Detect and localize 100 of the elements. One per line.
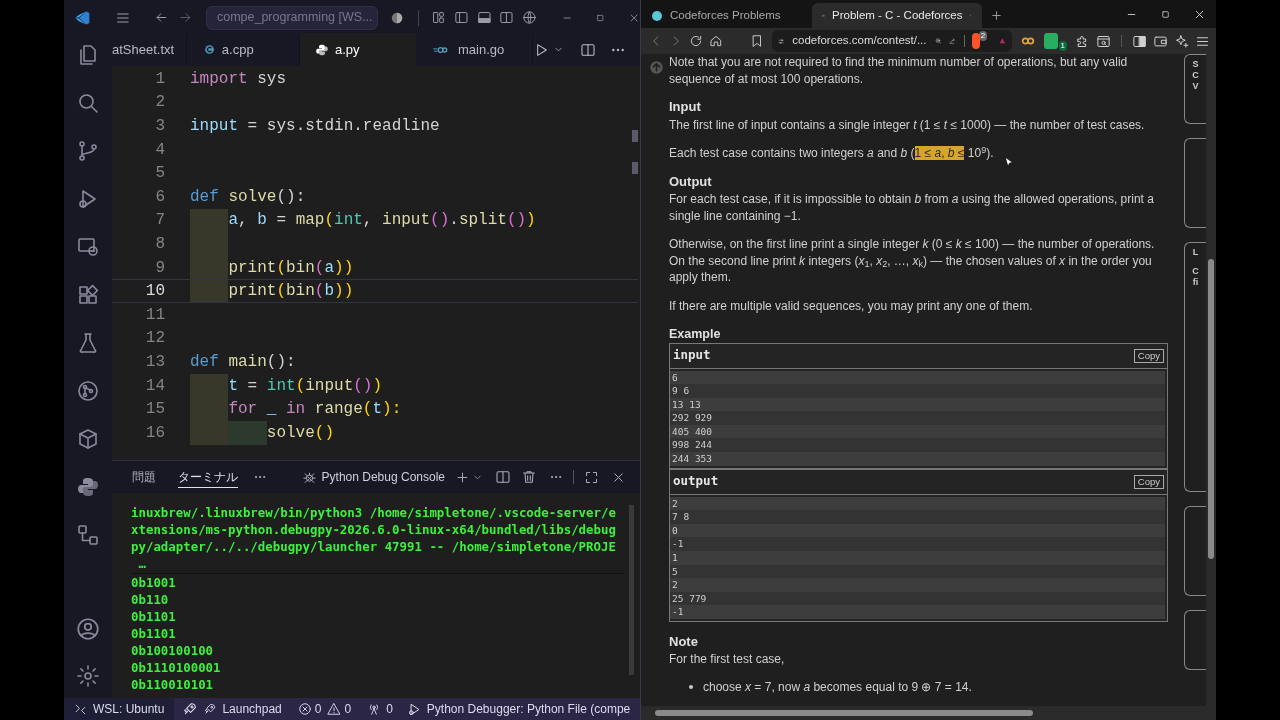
shield-button[interactable]	[972, 33, 980, 49]
terminal-line: 0b110	[131, 591, 170, 608]
cut-text: L	[1192, 247, 1199, 258]
copy-button[interactable]: Copy	[1133, 474, 1164, 489]
browser-tab[interactable]: Problem - C - Codeforces	[812, 3, 982, 28]
problem-text: For the first test case,	[669, 650, 786, 667]
address-bar[interactable]: codeforces.com/contest/... 2	[772, 30, 1012, 52]
new-tab-icon[interactable]	[990, 9, 1003, 22]
python-icon[interactable]	[76, 475, 100, 499]
command-center-search[interactable]: compe_programming [WS...	[205, 5, 378, 30]
terminal-line: 0b110010101	[131, 676, 215, 693]
example-title: output	[673, 473, 719, 490]
problem-text: The first line of input contains a single integer t (1 ≤ t ≤ 1000) — the number of test cases.	[669, 116, 1146, 133]
cut-text: fi	[1192, 277, 1199, 288]
source-control-icon[interactable]	[76, 139, 100, 163]
launchpad-item[interactable]: Launchpad	[182, 698, 282, 720]
sparkle-icon[interactable]	[1174, 33, 1189, 49]
bookmark-icon[interactable]	[750, 34, 764, 48]
git-graph-icon[interactable]	[76, 379, 100, 403]
nodes-icon[interactable]	[76, 523, 100, 547]
line-number: 15	[144, 399, 165, 421]
terminal-line: py/adapter/../../debugpy/launcher 47991 -- /home/simpletone/PROJE	[131, 538, 617, 555]
mouse-pointer-icon	[1003, 155, 1015, 169]
split-terminal-icon[interactable]	[495, 469, 511, 485]
ports-item[interactable]: 0	[367, 698, 393, 720]
terminal-line: 0b1101	[131, 625, 177, 642]
wallet-icon[interactable]	[1153, 33, 1168, 49]
tab-search-icon[interactable]	[1096, 33, 1111, 49]
sidebar-icon[interactable]	[1132, 33, 1147, 49]
globe-icon[interactable]	[522, 9, 538, 26]
code-line: solve()	[266, 422, 334, 444]
terminal-line: 0b1001	[131, 574, 177, 591]
line-number: 8	[154, 233, 165, 255]
line-number: 2	[154, 92, 165, 114]
secondary-sidebar-icon[interactable]	[499, 9, 515, 26]
bug-icon[interactable]	[301, 469, 317, 485]
python-file-icon	[315, 42, 329, 57]
remote-indicator[interactable]: WSL: Ubuntu	[64, 698, 175, 720]
section-heading: Example	[669, 326, 722, 343]
line-number: 10	[144, 281, 165, 303]
line-number: 7	[154, 210, 165, 232]
line-number: 5	[154, 163, 165, 185]
problems-item[interactable]: 0 0	[297, 698, 352, 720]
debug-config-icon	[406, 701, 422, 717]
maximize-icon[interactable]	[1160, 9, 1171, 20]
editor-tab[interactable]: a.py	[300, 33, 417, 66]
remote-icon	[74, 702, 87, 716]
terminal-name[interactable]: Python Debug Console	[321, 468, 445, 486]
cube-icon[interactable]	[76, 427, 100, 451]
sidebar-toggle-icon[interactable]	[453, 9, 469, 26]
scrollbar-thumb[interactable]	[655, 710, 1033, 716]
terminal-line: 0b1101	[131, 608, 177, 625]
warning-icon	[327, 702, 342, 716]
problem-text: choose x = 7, now a becomes equal to 9 ⊕ 7 = 14.	[703, 679, 972, 696]
layout-icon[interactable]	[430, 9, 446, 26]
panel-toggle-icon[interactable]	[476, 9, 492, 26]
scrollbar-thumb[interactable]	[1208, 259, 1214, 559]
reload-icon[interactable]	[689, 34, 703, 48]
code-line: t = int(input())	[228, 375, 383, 397]
panel-tab[interactable]: ターミナル	[178, 466, 238, 488]
plus-icon[interactable]	[455, 469, 470, 485]
section-heading: Input	[669, 99, 702, 116]
code-line: for _ in range(t):	[228, 399, 402, 421]
editor-tab[interactable]: atSheet.txt	[112, 33, 187, 66]
line-number: 16	[144, 422, 165, 444]
terminal-line: xtensions/ms-python.debugpy-2026.6.0-linux-x64/bundled/libs/debug	[131, 521, 617, 538]
terminal-line: …	[137, 555, 147, 572]
extension-count: 1	[1058, 41, 1067, 51]
browser-tab[interactable]: Codeforces Problems	[641, 3, 809, 28]
extensions-icon[interactable]	[76, 283, 100, 307]
problem-text: Note that you are not required to find the minimum number of operations, but any valid sequence of at most 100 operations.	[669, 54, 1129, 87]
debugger-item[interactable]: Python Debugger: Python File (compe	[406, 698, 631, 720]
account-icon[interactable]	[75, 616, 101, 642]
cut-text: C	[1192, 70, 1199, 81]
cpp-file-icon	[202, 43, 216, 56]
scrollbar-mark	[632, 130, 638, 142]
extension-button[interactable]	[1043, 33, 1058, 49]
example-title: input	[673, 347, 711, 364]
maximize-panel-icon[interactable]	[584, 469, 599, 485]
home-icon[interactable]	[709, 34, 723, 48]
line-number: 3	[154, 116, 165, 137]
code-line: def main():	[190, 351, 296, 373]
close-icon[interactable]	[1193, 8, 1206, 21]
split-editor-icon[interactable]	[580, 41, 596, 58]
line-number: 11	[144, 304, 165, 326]
scrollbar-mark	[632, 162, 638, 174]
search-icon[interactable]	[76, 91, 100, 115]
terminal-line: 0b100100100	[131, 642, 215, 659]
shield-count: 2	[978, 31, 988, 41]
remote-explorer-icon[interactable]	[76, 235, 100, 259]
section-heading: Output	[669, 173, 713, 190]
problem-text: For each test case, if it is impossible to obtain b from a using the allowed operations, print a single line containing −1.	[669, 191, 1155, 224]
section-heading: Note	[669, 634, 699, 651]
panel-tab[interactable]: 問題	[132, 466, 156, 488]
cut-text: C	[1192, 266, 1199, 277]
line-number: 14	[144, 375, 165, 397]
settings-icon[interactable]	[76, 664, 100, 688]
copy-button[interactable]: Copy	[1133, 348, 1164, 363]
trash-icon[interactable]	[521, 469, 537, 485]
cut-text: V	[1192, 81, 1199, 92]
